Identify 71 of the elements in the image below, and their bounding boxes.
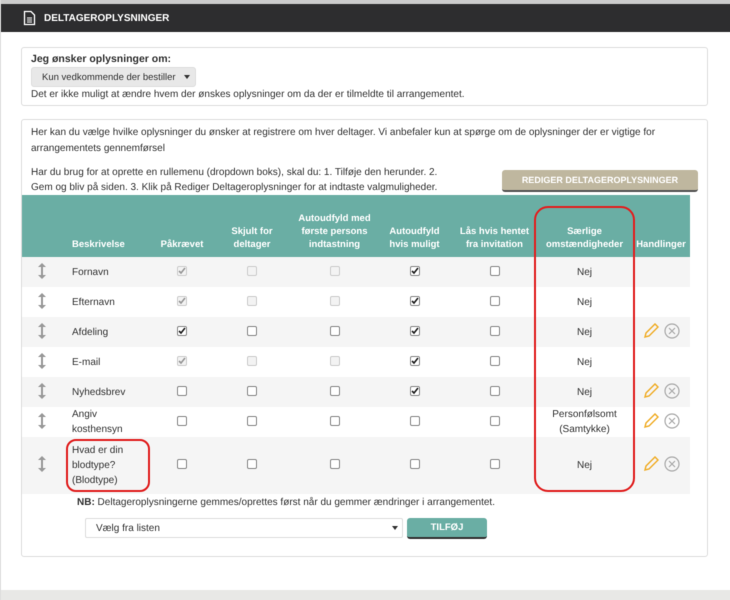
checkbox[interactable] xyxy=(330,326,340,336)
description-cell-text: Nyhedsbrev xyxy=(72,386,126,400)
checkbox[interactable] xyxy=(330,416,340,426)
special-circumstance-cell-text: Nej xyxy=(576,356,592,370)
checkbox[interactable] xyxy=(490,386,500,396)
checkbox[interactable] xyxy=(410,459,420,469)
checkbox[interactable] xyxy=(330,386,340,396)
checkbox[interactable] xyxy=(247,326,257,336)
column-header: Lås hvis hentet fra invitation xyxy=(452,195,537,257)
checkbox[interactable] xyxy=(410,356,420,366)
drag-handle-icon[interactable] xyxy=(38,456,46,472)
delete-icon[interactable] xyxy=(664,382,680,398)
checkbox[interactable] xyxy=(410,386,420,396)
special-circumstance-cell-text: Nej xyxy=(576,296,592,310)
checkbox[interactable] xyxy=(247,386,257,396)
checkbox[interactable] xyxy=(177,416,187,426)
column-header: Påkrævet xyxy=(152,195,212,257)
delete-icon[interactable] xyxy=(664,456,680,472)
special-circumstance-cell-text: Nej xyxy=(576,266,592,280)
checkbox[interactable] xyxy=(490,416,500,426)
checkbox[interactable] xyxy=(490,326,500,336)
special-circumstance-cell-text: Nej xyxy=(576,326,592,340)
column-header: Særlige omstændigheder xyxy=(537,195,632,257)
column-header: Skjult for deltager xyxy=(212,195,292,257)
special-circumstance-cell-text: Nej xyxy=(576,459,592,473)
checkbox[interactable] xyxy=(410,326,420,336)
column-header: Beskrivelse xyxy=(62,195,152,257)
column-header: Autoudfyld med første persons indtastning xyxy=(292,195,377,257)
description-cell-text: Afdeling xyxy=(72,326,108,340)
drag-handle-icon[interactable] xyxy=(38,412,46,428)
checkbox[interactable] xyxy=(410,416,420,426)
drag-handle-icon[interactable] xyxy=(38,292,46,308)
field-label: Jeg ønsker oplysninger om: xyxy=(31,53,172,65)
document-icon xyxy=(23,10,36,26)
special-circumstance-cell-text: Personfølsomt (Samtykke) xyxy=(551,408,618,437)
delete-icon[interactable] xyxy=(664,322,680,338)
drag-handle-icon[interactable] xyxy=(38,382,46,398)
instructions-text: Har du brug for at oprette en rullemenu (dropdown boks), skal du: 1. Tilføje den herunder. 2. Gem og bliv på siden. 3. Klik på Rediger Deltageroplysninger for at indtaste valgmuligheder. xyxy=(31,166,438,195)
column-header: Autoudfyld hvis muligt xyxy=(377,195,452,257)
checkbox[interactable] xyxy=(490,296,500,306)
checkbox[interactable] xyxy=(177,459,187,469)
note-text: NB: Deltageroplysningerne gemmes/oprettes først når du gemmer ændringer i arrangementet. xyxy=(76,497,496,508)
drag-handle-icon[interactable] xyxy=(38,352,46,368)
checkbox[interactable] xyxy=(177,386,187,396)
checkbox[interactable] xyxy=(490,459,500,469)
caret-icon xyxy=(392,526,398,530)
caret-icon xyxy=(184,75,190,79)
checkbox[interactable] xyxy=(490,356,500,366)
column-header: Handlinger xyxy=(632,195,690,257)
description-cell-text: Angiv kosthensyn xyxy=(72,408,124,437)
checkbox[interactable] xyxy=(247,416,257,426)
select-field[interactable]: Vælg fra listen xyxy=(85,518,403,538)
drag-handle-icon[interactable] xyxy=(38,262,46,278)
description-cell: Hvad er din blodtype? (Blodtype) xyxy=(66,439,150,492)
select-field[interactable]: Kun vedkommende der bestiller xyxy=(31,67,196,87)
checkbox[interactable] xyxy=(247,459,257,469)
checkbox[interactable] xyxy=(410,266,420,276)
delete-icon[interactable] xyxy=(664,412,680,428)
header-title: DELTAGEROPLYSNINGER xyxy=(44,12,170,24)
intro-text: Her kan du vælge hvilke oplysninger du ønsker at registrere om hver deltager. Vi anbefaler kun at spørge om de oplysninger der er vigtige for arrangementets gennemførsel xyxy=(31,126,656,156)
description-cell-text: Efternavn xyxy=(72,296,115,310)
special-circumstance-cell-text: Nej xyxy=(576,386,592,400)
checkbox[interactable] xyxy=(490,266,500,276)
description-cell-text: Fornavn xyxy=(72,266,109,280)
description-cell-text: E-mail xyxy=(72,356,100,370)
checkbox[interactable] xyxy=(410,296,420,306)
checkbox[interactable] xyxy=(330,459,340,469)
info-note: Det er ikke muligt at ændre hvem der ønskes oplysninger om da der er tilmeldte til arrangementet. xyxy=(31,89,466,100)
drag-handle-icon[interactable] xyxy=(38,322,46,338)
checkbox[interactable] xyxy=(177,326,187,336)
pencil-icon[interactable] xyxy=(642,412,658,428)
